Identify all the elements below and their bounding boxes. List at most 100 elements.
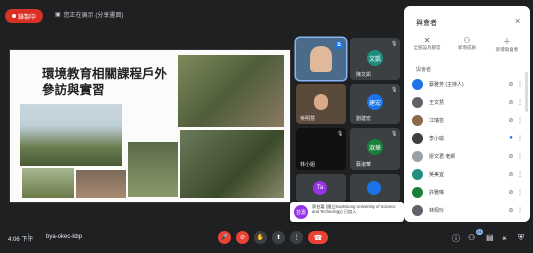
mic-on-icon[interactable]: ● — [506, 135, 516, 141]
mic-off-icon[interactable]: ⊘ — [506, 207, 516, 214]
record-dot-icon — [11, 14, 16, 18]
mic-off-icon[interactable]: ⊘ — [506, 153, 516, 160]
add-participant-label: 新增與會者 — [495, 47, 519, 52]
participant-name: 林佩玲 — [429, 207, 445, 214]
add-person-icon: ＋ — [503, 37, 511, 46]
participant-name: 劉建宏 — [356, 116, 372, 122]
mic-off-icon[interactable]: ⊘ — [506, 99, 516, 106]
leave-call-button[interactable]: ☎ — [308, 231, 328, 244]
more-icon[interactable]: ⋮ — [516, 207, 524, 214]
more-icon[interactable]: ⋮ — [516, 117, 524, 124]
participant-name: 吳美宜 — [429, 171, 445, 178]
avatar — [412, 204, 423, 216]
video-tile-3[interactable]: 建宏 劉建宏 🎙 — [350, 84, 400, 124]
activities-icon[interactable]: ⚹ — [502, 233, 507, 243]
avatar — [412, 186, 423, 198]
video-tile-2[interactable]: 吳明慧 — [296, 84, 346, 124]
hand-icon: ✋ — [256, 235, 265, 241]
camera-toggle-button[interactable]: ⊘ — [236, 231, 249, 244]
people-icon[interactable]: ⚇ — [468, 233, 475, 242]
info-icon[interactable]: ⓘ — [452, 233, 460, 244]
participant-name: 林小姐 — [300, 162, 316, 168]
mute-all-button[interactable]: ✕ 全部設為靜音 — [408, 36, 446, 53]
section-label: 與會者 — [416, 67, 432, 73]
avatar — [412, 132, 423, 144]
add-member-button[interactable]: ⚇ 新增成員 — [448, 36, 486, 53]
video-tile-6[interactable]: Ta — [296, 174, 346, 202]
participant-row[interactable]: 林佩玲 ⊘ ⋮ — [412, 202, 524, 218]
hang-up-icon: ☎ — [313, 234, 323, 242]
more-options-button[interactable]: ⋮ — [290, 231, 303, 244]
present-button[interactable]: ⬆ — [272, 231, 285, 244]
mute-all-label: 全部設為靜音 — [413, 45, 441, 50]
avatar — [412, 150, 423, 162]
avatar — [412, 96, 423, 108]
participant-name: 許雅琳 — [429, 189, 445, 196]
participant-name: 吳明慧 — [300, 116, 316, 122]
video-tile-5[interactable]: 淑華 蔡淑華 🎙 — [350, 128, 400, 170]
avatar — [412, 78, 423, 90]
participants-panel: 與會者 × ✕ 全部設為靜音 ⚇ 新增成員 ＋ 新增與會者 與會者 蔡雅芳 (主… — [404, 6, 530, 222]
more-icon[interactable]: ⋮ — [516, 153, 524, 160]
slide-title: 環境教育相關課程戶外 參訪與實習 — [42, 66, 192, 98]
pin-icon[interactable]: ⧉ — [335, 41, 343, 49]
participant-row[interactable]: 李小瑜 ● ⋮ — [412, 130, 524, 146]
mic-off-icon[interactable]: ⊘ — [506, 189, 516, 196]
more-icon[interactable]: ⋮ — [516, 189, 524, 196]
photo-grass — [22, 168, 74, 198]
participant-row[interactable]: 吳美宜 ⊘ ⋮ — [412, 166, 524, 182]
video-tile-1[interactable]: 文凱 陳文凱 🎙 — [350, 38, 400, 80]
participant-row[interactable]: 江瑞芸 ⊘ ⋮ — [412, 112, 524, 128]
avatar — [412, 114, 423, 126]
participant-row[interactable]: 廖文君 老師 ⊘ ⋮ — [412, 148, 524, 164]
people-icon: ⚇ — [463, 36, 471, 45]
participant-name: 李小瑜 — [429, 135, 445, 142]
video-tile-self[interactable]: ⧉ — [296, 38, 346, 80]
participant-count-badge: 31 — [476, 229, 483, 235]
participant-row[interactable]: 蔡雅芳 (主持人) ⊘ ⋮ — [412, 76, 524, 92]
raise-hand-button[interactable]: ✋ — [254, 231, 267, 244]
close-icon[interactable]: × — [515, 16, 520, 26]
slide-title-line2: 參訪與實習 — [42, 82, 105, 97]
mic-off-icon: 🎤 — [220, 235, 229, 241]
mic-off-icon: 🎙 — [391, 87, 398, 93]
video-tile-7[interactable] — [350, 174, 400, 202]
camera-off-icon: ⊘ — [239, 235, 246, 241]
panel-title: 與會者 — [416, 20, 437, 27]
participant-name: 蔡雅芳 (主持人) — [429, 81, 464, 88]
mic-off-icon[interactable]: ⊘ — [506, 171, 516, 178]
photo-outdoor-group — [20, 104, 122, 166]
avatar — [412, 168, 423, 180]
mic-off-icon: 🎙 — [337, 131, 344, 137]
mic-toggle-button[interactable]: 🎤 — [218, 231, 231, 244]
photo-pigs — [76, 170, 126, 198]
more-icon[interactable]: ⋮ — [516, 81, 524, 88]
mic-off-icon: ✕ — [423, 36, 431, 45]
participant-row[interactable]: 王文慧 ⊘ ⋮ — [412, 94, 524, 110]
slide-title-line1: 環境教育相關課程戶外 — [42, 66, 168, 81]
meeting-code: bya-okec-kbp — [46, 234, 83, 240]
more-icon[interactable]: ⋮ — [516, 135, 524, 142]
more-icon[interactable]: ⋮ — [516, 171, 524, 178]
recording-badge[interactable]: 錄製中 — [5, 9, 43, 23]
bottom-bar: 4:06 下午 bya-okec-kbp 🎤 ⊘ ✋ ⬆ ⋮ ☎ ⓘ ⚇ 31 … — [0, 222, 533, 253]
video-tile-4[interactable]: 林小姐 🎙 — [296, 128, 346, 170]
host-controls-icon[interactable]: ⛨ — [518, 233, 524, 243]
chat-icon[interactable]: ▤ — [486, 233, 494, 242]
present-icon: ⬆ — [275, 235, 282, 241]
present-screen-icon: ▣ — [55, 12, 61, 18]
presenting-text: 您正在展示 (分享畫面) — [63, 13, 124, 19]
presenting-banner: ▣ 您正在展示 (分享畫面) — [55, 10, 123, 19]
clock-text: 4:06 下午 — [8, 237, 34, 243]
more-icon[interactable]: ⋮ — [516, 99, 524, 106]
shared-slide: 環境教育相關課程戶外 參訪與實習 — [10, 50, 290, 202]
add-participant-button[interactable]: ＋ 新增與會者 — [488, 36, 526, 53]
participant-name: 蔡淑華 — [356, 162, 372, 168]
join-text: 蔡芸嘉 (國立Kaohsiung University of Science a… — [312, 204, 396, 214]
mic-off-icon[interactable]: ⊘ — [506, 81, 516, 88]
participant-row[interactable]: 許雅琳 ⊘ ⋮ — [412, 184, 524, 200]
joined-avatar: 芸嘉 — [294, 205, 308, 219]
participant-face — [310, 46, 332, 72]
mic-off-icon[interactable]: ⊘ — [506, 117, 516, 124]
panel-scrollbar[interactable] — [525, 72, 528, 112]
